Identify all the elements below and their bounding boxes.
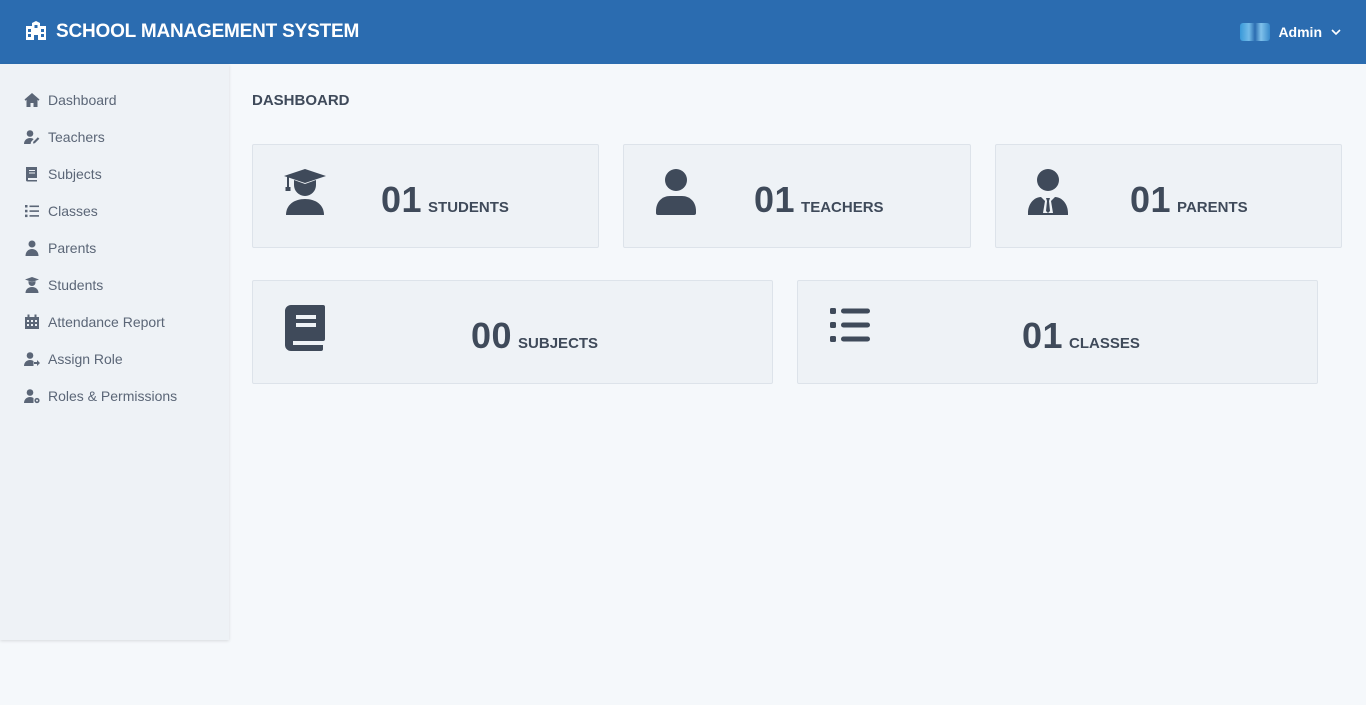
teachers-stat: 01 TEACHERS [754, 179, 884, 221]
home-icon [24, 92, 40, 108]
brand[interactable]: SCHOOL MANAGEMENT SYSTEM [24, 20, 359, 45]
sidebar-item-parents[interactable]: Parents [0, 229, 229, 266]
sidebar-item-roles-permissions[interactable]: Roles & Permissions [0, 377, 229, 414]
book-icon [24, 166, 40, 182]
students-label: STUDENTS [428, 199, 509, 216]
classes-label: CLASSES [1069, 335, 1140, 352]
sidebar-item-dashboard[interactable]: Dashboard [0, 81, 229, 118]
school-icon [24, 20, 48, 45]
students-count: 01 [381, 179, 423, 220]
subjects-label: SUBJECTS [518, 335, 599, 352]
book-icon [285, 305, 325, 351]
top-navbar: SCHOOL MANAGEMENT SYSTEM Admin [0, 0, 1366, 64]
app-title: SCHOOL MANAGEMENT SYSTEM [56, 21, 360, 42]
user-menu[interactable]: Admin [1240, 23, 1342, 41]
sidebar-item-assign-role[interactable]: Assign Role [0, 340, 229, 377]
subjects-count: 00 [471, 315, 513, 356]
sidebar-item-subjects[interactable]: Subjects [0, 155, 229, 192]
user-edit-icon [24, 129, 40, 145]
subjects-card[interactable]: 00 SUBJECTS [252, 280, 773, 384]
students-card[interactable]: 01 STUDENTS [252, 144, 599, 248]
students-stat: 01 STUDENTS [381, 179, 509, 221]
user-tie-icon [24, 240, 40, 256]
list-icon [830, 308, 870, 342]
user-icon [656, 169, 696, 215]
teachers-label: TEACHERS [801, 199, 884, 216]
avatar[interactable] [1240, 23, 1271, 41]
teachers-count: 01 [754, 179, 796, 220]
parents-card[interactable]: 01 PARENTS [995, 144, 1342, 248]
classes-stat: 01 CLASSES [1022, 315, 1140, 357]
sidebar-item-label: Subjects [48, 165, 102, 182]
chevron-down-icon[interactable] [1330, 26, 1342, 38]
user-arrow-icon [24, 351, 40, 367]
user-graduate-icon [284, 169, 326, 215]
page-title: DASHBOARD [252, 92, 350, 109]
sidebar-item-students[interactable]: Students [0, 266, 229, 303]
sidebar-item-label: Classes [48, 202, 98, 219]
sidebar-item-teachers[interactable]: Teachers [0, 118, 229, 155]
teachers-card[interactable]: 01 TEACHERS [623, 144, 971, 248]
parents-label: PARENTS [1177, 199, 1248, 216]
user-tie-icon [1028, 169, 1068, 215]
parents-count: 01 [1130, 179, 1172, 220]
sidebar-item-label: Students [48, 276, 104, 293]
calendar-icon [24, 314, 40, 330]
sidebar-item-attendance-report[interactable]: Attendance Report [0, 303, 229, 340]
parents-stat: 01 PARENTS [1130, 179, 1248, 221]
subjects-stat: 00 SUBJECTS [471, 315, 598, 357]
sidebar-item-label: Assign Role [48, 350, 123, 367]
main-content: DASHBOARD [252, 64, 1366, 109]
user-graduate-icon [24, 276, 40, 293]
user-name[interactable]: Admin [1278, 24, 1322, 40]
sidebar-item-label: Teachers [48, 128, 105, 145]
classes-card[interactable]: 01 CLASSES [797, 280, 1318, 384]
sidebar-item-label: Roles & Permissions [48, 387, 178, 404]
sidebar-item-label: Dashboard [48, 91, 117, 108]
list-icon [24, 203, 40, 219]
sidebar-item-label: Parents [48, 239, 97, 256]
sidebar-item-label: Attendance Report [48, 313, 165, 330]
user-gear-icon [24, 388, 40, 404]
sidebar: Dashboard Teachers Subjects Classes Pare… [0, 64, 229, 640]
classes-count: 01 [1022, 315, 1064, 356]
sidebar-item-classes[interactable]: Classes [0, 192, 229, 229]
